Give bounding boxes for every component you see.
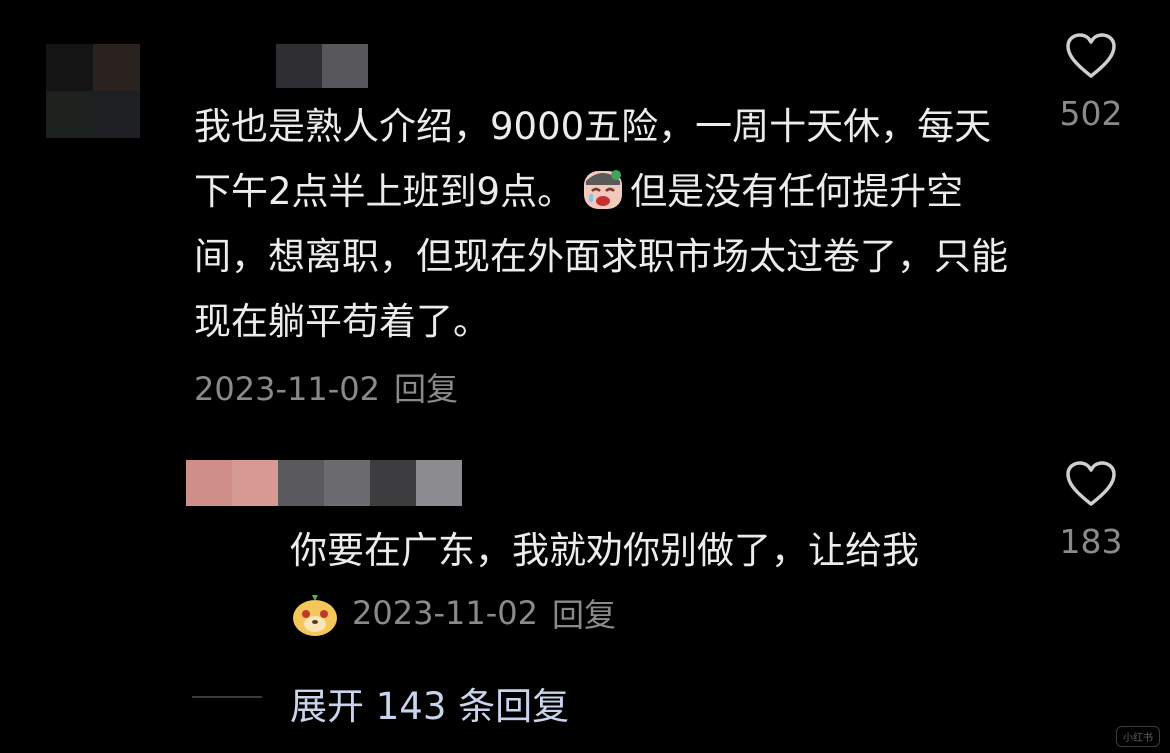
like-button[interactable]: 502 [1056,32,1126,133]
reply-button[interactable]: 回复 [394,370,458,408]
reply-date: 2023-11-02 [352,594,538,632]
commenter-avatar[interactable] [46,44,140,138]
heart-icon[interactable] [1065,460,1117,508]
reply-like-count: 183 [1059,522,1123,561]
reply-commenter-name[interactable] [186,460,462,506]
reply-meta: 2023-11-02 回复 [290,590,616,636]
crying-face-emoji [580,167,626,213]
comment-text: 我也是熟人介绍，9000五险，一周十天休，每天下午2点半上班到9点。 但是没有任… [194,94,1014,354]
divider-line [192,696,262,698]
like-count: 502 [1059,94,1123,133]
comment-meta: 2023-11-02 回复 [194,364,458,410]
reply-reply-button[interactable]: 回复 [552,590,616,636]
heart-icon[interactable] [1065,32,1117,80]
comment-date: 2023-11-02 [194,370,380,408]
expand-replies-link[interactable]: 展开 143 条回复 [290,676,569,730]
watermark: 小红书 [1116,726,1160,747]
reply-text: 你要在广东，我就劝你别做了，让给我 [290,529,919,572]
reply-like-button[interactable]: 183 [1056,460,1126,561]
cheeky-dog-face-emoji [290,590,337,636]
commenter-name[interactable] [230,44,368,88]
